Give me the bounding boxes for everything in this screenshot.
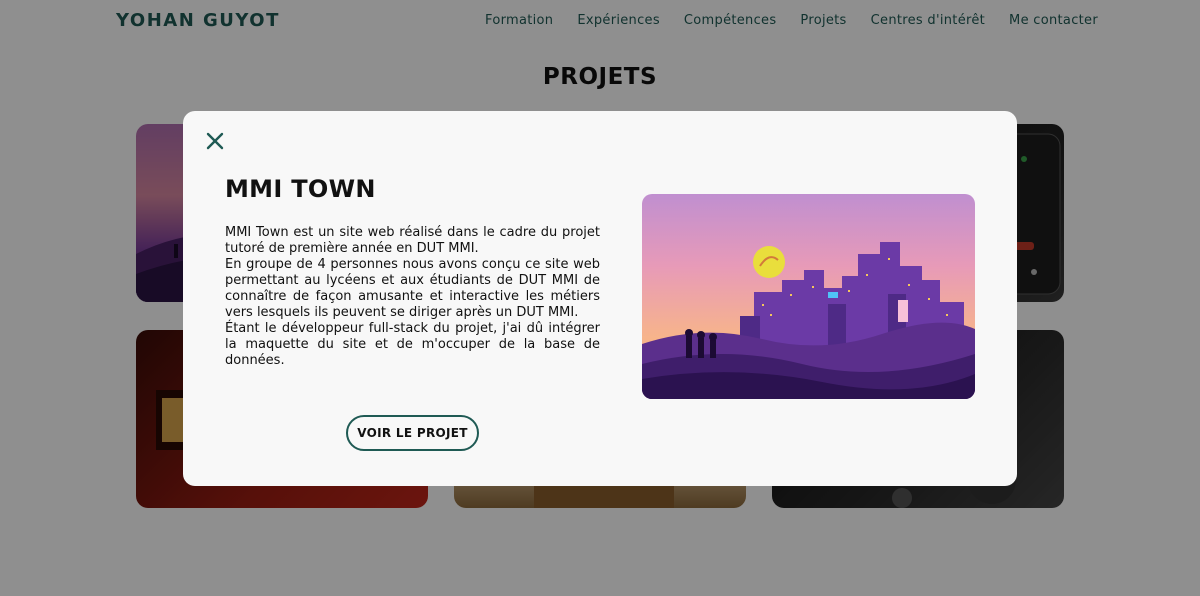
modal-paragraph: En groupe de 4 personnes nous avons conç… <box>225 257 600 320</box>
modal-description: MMI Town est un site web réalisé dans le… <box>225 225 600 369</box>
project-image <box>642 194 975 399</box>
city-illustration <box>642 194 975 399</box>
modal-paragraph: Étant le développeur full-stack du proje… <box>225 321 600 368</box>
view-project-button[interactable]: VOIR LE PROJET <box>346 415 479 451</box>
close-icon <box>206 132 224 150</box>
project-modal: MMI TOWN MMI Town est un site web réalis… <box>183 111 1017 486</box>
modal-paragraph: MMI Town est un site web réalisé dans le… <box>225 225 600 256</box>
close-button[interactable] <box>203 129 227 153</box>
modal-title: MMI TOWN <box>225 175 376 203</box>
